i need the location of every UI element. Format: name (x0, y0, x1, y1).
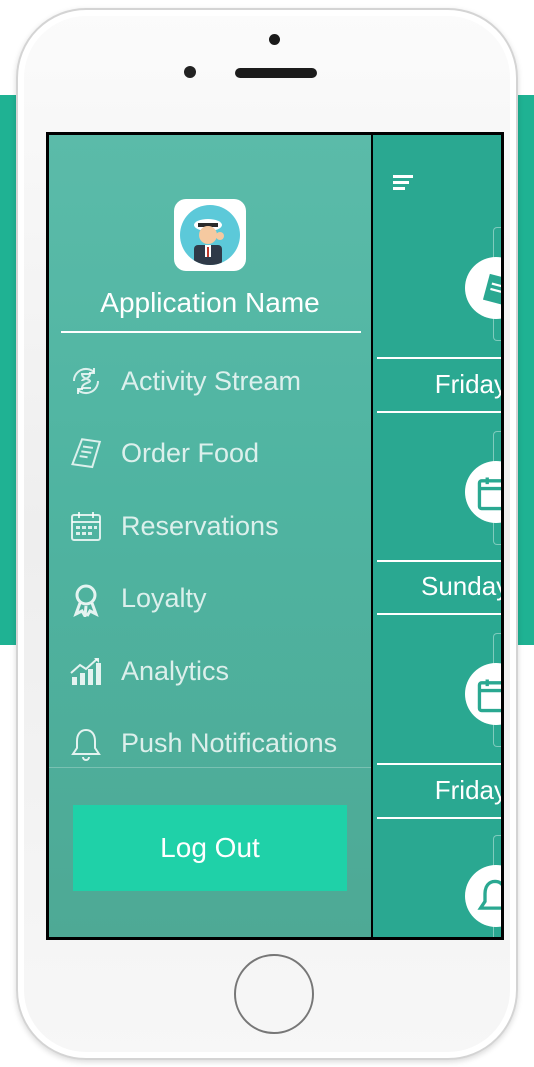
menu-item-label: Push Notifications (121, 728, 338, 759)
bell-icon (65, 723, 107, 765)
bar-chart-trend-icon (65, 650, 107, 692)
menu-item-label: Reservations (121, 510, 279, 541)
card-divider (377, 560, 501, 562)
receipt-icon (465, 257, 501, 319)
earpiece-speaker (235, 68, 317, 78)
menu-item-activity-stream[interactable]: Activity Stream (49, 345, 371, 418)
award-ribbon-icon (65, 578, 107, 620)
menu-item-label: Loyalty (121, 583, 207, 614)
card-divider (377, 411, 501, 413)
menu-item-analytics[interactable]: Analytics (49, 635, 371, 708)
menu-item-label: Order Food (121, 438, 260, 469)
receipt-icon (65, 433, 107, 475)
app-name: Application Name (100, 287, 320, 318)
phone-screen: Application Name Activity Stream Order F… (46, 132, 504, 940)
menu-divider (49, 767, 371, 768)
title-divider (61, 331, 361, 333)
menu-item-order-food[interactable]: Order Food (49, 418, 371, 491)
card-divider (377, 613, 501, 615)
app-logo-icon (174, 199, 246, 271)
day-label: Friday (434, 369, 504, 399)
drawer-menu: Activity Stream Order Food Reservations … (49, 345, 371, 780)
menu-item-reservations[interactable]: Reservations (49, 490, 371, 563)
card-divider (377, 817, 501, 819)
card-divider (377, 763, 501, 765)
side-drawer: Application Name Activity Stream Order F… (49, 135, 371, 937)
day-label: Sunday (421, 571, 504, 601)
hamburger-menu-icon[interactable] (393, 173, 415, 198)
front-camera (269, 34, 280, 45)
proximity-sensor (184, 66, 196, 78)
main-content-peek: Friday Sunday Friday (373, 135, 504, 937)
menu-item-loyalty[interactable]: Loyalty (49, 563, 371, 636)
home-button[interactable] (234, 954, 314, 1034)
menu-item-label: Activity Stream (121, 365, 302, 396)
day-label: Friday (434, 775, 504, 805)
calendar-icon (465, 461, 501, 523)
bell-icon (465, 865, 501, 927)
hourglass-cycle-icon (65, 360, 107, 402)
calendar-icon (465, 663, 501, 725)
log-out-button[interactable]: Log Out (73, 805, 347, 891)
menu-item-push-notifications[interactable]: Push Notifications (49, 708, 371, 781)
calendar-icon (65, 505, 107, 547)
card-divider (377, 357, 501, 359)
menu-item-label: Analytics (121, 655, 230, 686)
